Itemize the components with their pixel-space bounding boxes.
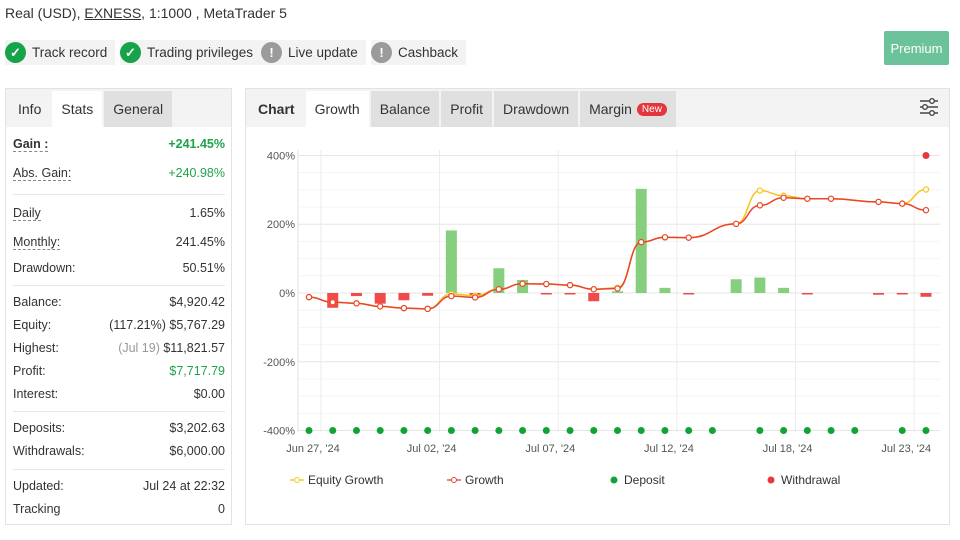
profit-bar bbox=[422, 293, 434, 296]
series-point bbox=[780, 194, 787, 201]
legend-label: Deposit bbox=[624, 473, 665, 487]
legend-label: Withdrawal bbox=[781, 473, 840, 487]
series-point bbox=[899, 200, 906, 207]
x-tick-label: Jul 12, '24 bbox=[644, 443, 694, 455]
deposit-marker bbox=[495, 427, 503, 435]
profit-bar bbox=[730, 279, 742, 293]
deposit-marker bbox=[542, 427, 550, 435]
deposit-marker bbox=[519, 427, 527, 435]
profit-bar bbox=[659, 287, 671, 293]
series-point bbox=[519, 280, 526, 287]
x-tick-label: Jul 07, '24 bbox=[525, 443, 575, 455]
x-tick-label: Jun 27, '24 bbox=[286, 443, 339, 455]
legend-label: Growth bbox=[465, 473, 504, 487]
profit-bar bbox=[374, 293, 386, 304]
profit-bar bbox=[398, 293, 410, 301]
profit-bar bbox=[564, 293, 576, 295]
series-point bbox=[614, 285, 621, 292]
series-point bbox=[638, 238, 645, 246]
profit-bar bbox=[445, 230, 457, 293]
series-point bbox=[922, 186, 930, 193]
profit-bar bbox=[754, 277, 766, 293]
deposit-marker bbox=[613, 427, 621, 435]
deposit-marker bbox=[352, 427, 360, 435]
x-tick-label: Jul 23, '24 bbox=[881, 443, 931, 455]
series-point bbox=[732, 220, 740, 228]
y-tick-label: 200% bbox=[267, 219, 295, 231]
series-point bbox=[353, 300, 360, 307]
series-point bbox=[756, 202, 764, 209]
series-point bbox=[495, 286, 503, 293]
legend-dot-icon bbox=[767, 476, 775, 484]
deposit-marker bbox=[827, 427, 835, 435]
withdrawal-marker bbox=[922, 151, 930, 159]
series-point bbox=[305, 293, 313, 301]
deposit-marker bbox=[851, 427, 859, 435]
profit-bar bbox=[920, 293, 932, 297]
y-tick-label: -400% bbox=[263, 426, 295, 438]
series-point bbox=[685, 234, 692, 241]
series-point bbox=[804, 195, 811, 202]
deposit-marker bbox=[637, 427, 645, 435]
deposit-marker bbox=[803, 427, 811, 435]
deposit-marker bbox=[329, 427, 337, 435]
x-tick-label: Jul 02, '24 bbox=[407, 443, 457, 455]
y-tick-label: 400% bbox=[267, 150, 295, 162]
profit-bar bbox=[896, 293, 908, 295]
deposit-marker bbox=[898, 427, 906, 435]
growth-chart: 400% 200% 0% -200% -400% Jun 27, '24 Jul 02, '… bbox=[263, 150, 940, 487]
series-point bbox=[756, 187, 764, 194]
series-point bbox=[376, 303, 384, 310]
deposit-marker bbox=[376, 427, 384, 435]
deposit-marker bbox=[471, 427, 479, 435]
legend-label: Equity Growth bbox=[308, 473, 383, 487]
series-point bbox=[329, 299, 336, 306]
deposit-marker bbox=[661, 427, 669, 435]
deposit-marker bbox=[590, 427, 598, 435]
deposit-marker bbox=[447, 427, 455, 435]
legend-marker-icon bbox=[451, 477, 457, 483]
series-point bbox=[543, 280, 550, 288]
series-point bbox=[590, 286, 597, 293]
deposit-marker bbox=[566, 427, 574, 435]
series-point bbox=[424, 305, 431, 313]
deposit-marker bbox=[400, 427, 408, 435]
legend-marker-icon bbox=[294, 477, 300, 483]
series-point bbox=[400, 304, 408, 312]
profit-bar bbox=[873, 293, 885, 295]
deposit-marker bbox=[305, 427, 313, 435]
deposit-marker bbox=[685, 427, 693, 435]
profit-bar bbox=[778, 287, 790, 293]
series-point bbox=[448, 292, 455, 300]
series-point bbox=[566, 281, 574, 289]
deposit-marker bbox=[756, 427, 764, 435]
y-tick-label: 0% bbox=[279, 288, 295, 300]
profit-bar bbox=[350, 293, 362, 297]
deposit-marker bbox=[708, 427, 716, 435]
x-tick-label: Jul 18, '24 bbox=[763, 443, 813, 455]
series-point bbox=[827, 195, 835, 202]
profit-bar bbox=[588, 293, 600, 302]
series-point bbox=[661, 234, 669, 241]
y-tick-label: -200% bbox=[263, 357, 295, 369]
profit-bar bbox=[683, 293, 695, 295]
series-point bbox=[922, 206, 930, 214]
legend-dot-icon bbox=[610, 476, 618, 484]
series-point bbox=[875, 198, 882, 206]
deposit-marker bbox=[424, 427, 432, 435]
profit-bar bbox=[801, 293, 813, 295]
profit-bar bbox=[540, 293, 552, 295]
deposit-marker bbox=[780, 427, 788, 435]
deposit-marker bbox=[922, 427, 930, 435]
series-point bbox=[471, 294, 479, 301]
